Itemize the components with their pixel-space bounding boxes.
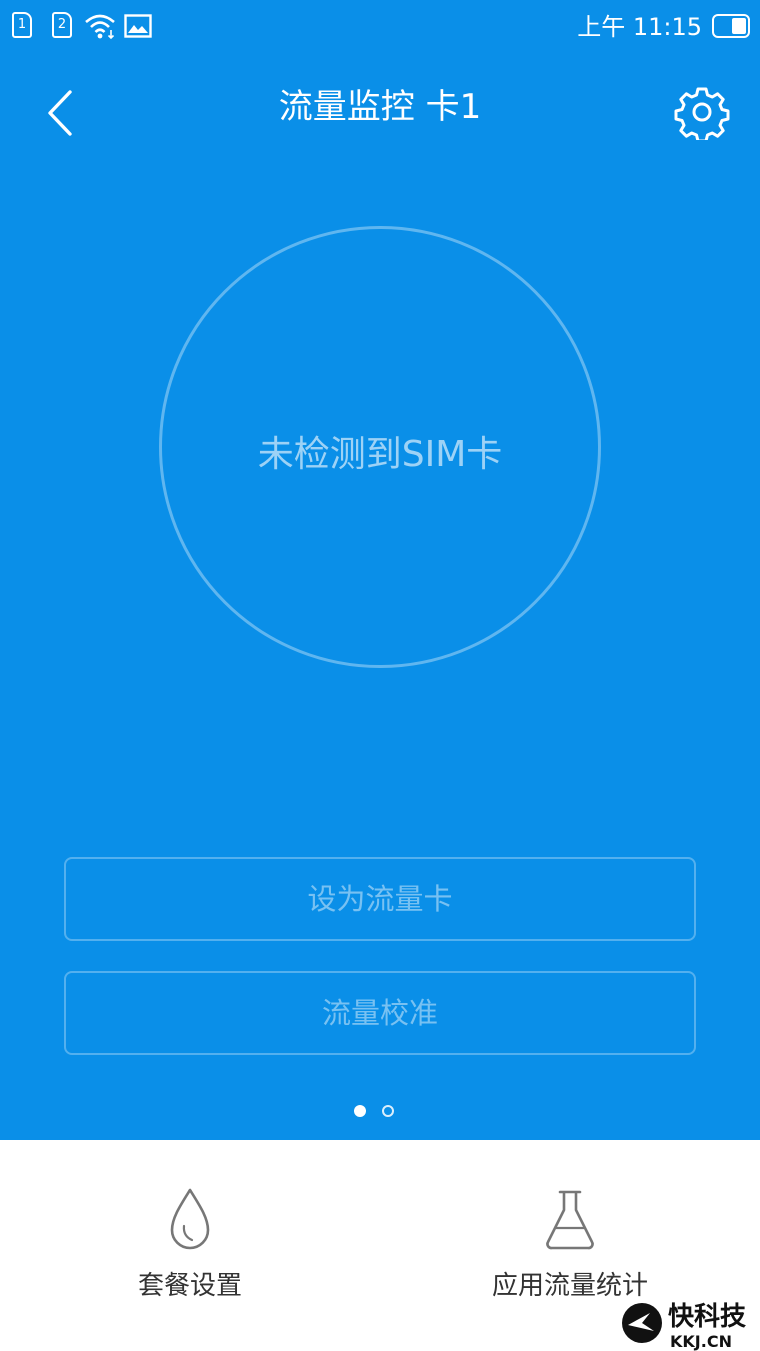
status-time: 上午 11:15: [577, 13, 702, 41]
watermark-site: KKJ.CN: [670, 1332, 732, 1351]
status-bar: 1 2 上午 11:15: [0, 0, 760, 54]
no-sim-message: 未检测到SIM卡: [257, 434, 503, 475]
gear-icon: [674, 87, 730, 140]
set-as-data-card-button[interactable]: 设为流量卡: [64, 857, 696, 941]
sim2-icon: 2: [52, 12, 72, 38]
plan-settings-button[interactable]: 套餐设置: [0, 1140, 380, 1351]
watermark-logo: 快科技 KKJ.CN: [622, 1302, 746, 1351]
data-calibration-button[interactable]: 流量校准: [64, 971, 696, 1055]
watermark-brand: 快科技: [668, 1302, 746, 1332]
wifi-icon: [85, 14, 115, 40]
page-title: 流量监控 卡1: [278, 87, 482, 127]
plan-settings-label: 套餐设置: [137, 1271, 242, 1301]
image-icon: [124, 14, 152, 38]
sim1-icon: 1: [12, 12, 32, 38]
top-panel: 1 2 上午 11:15 流量监控 卡1 未检测到SIM卡 设为流量卡 流量校准: [0, 0, 760, 1140]
page-indicator-dot-1[interactable]: [354, 1105, 366, 1117]
flask-icon: [546, 1190, 594, 1250]
battery-icon: [712, 14, 750, 38]
page-indicator-dot-2[interactable]: [382, 1105, 394, 1117]
settings-button[interactable]: [674, 84, 730, 140]
drop-icon: [170, 1188, 210, 1250]
